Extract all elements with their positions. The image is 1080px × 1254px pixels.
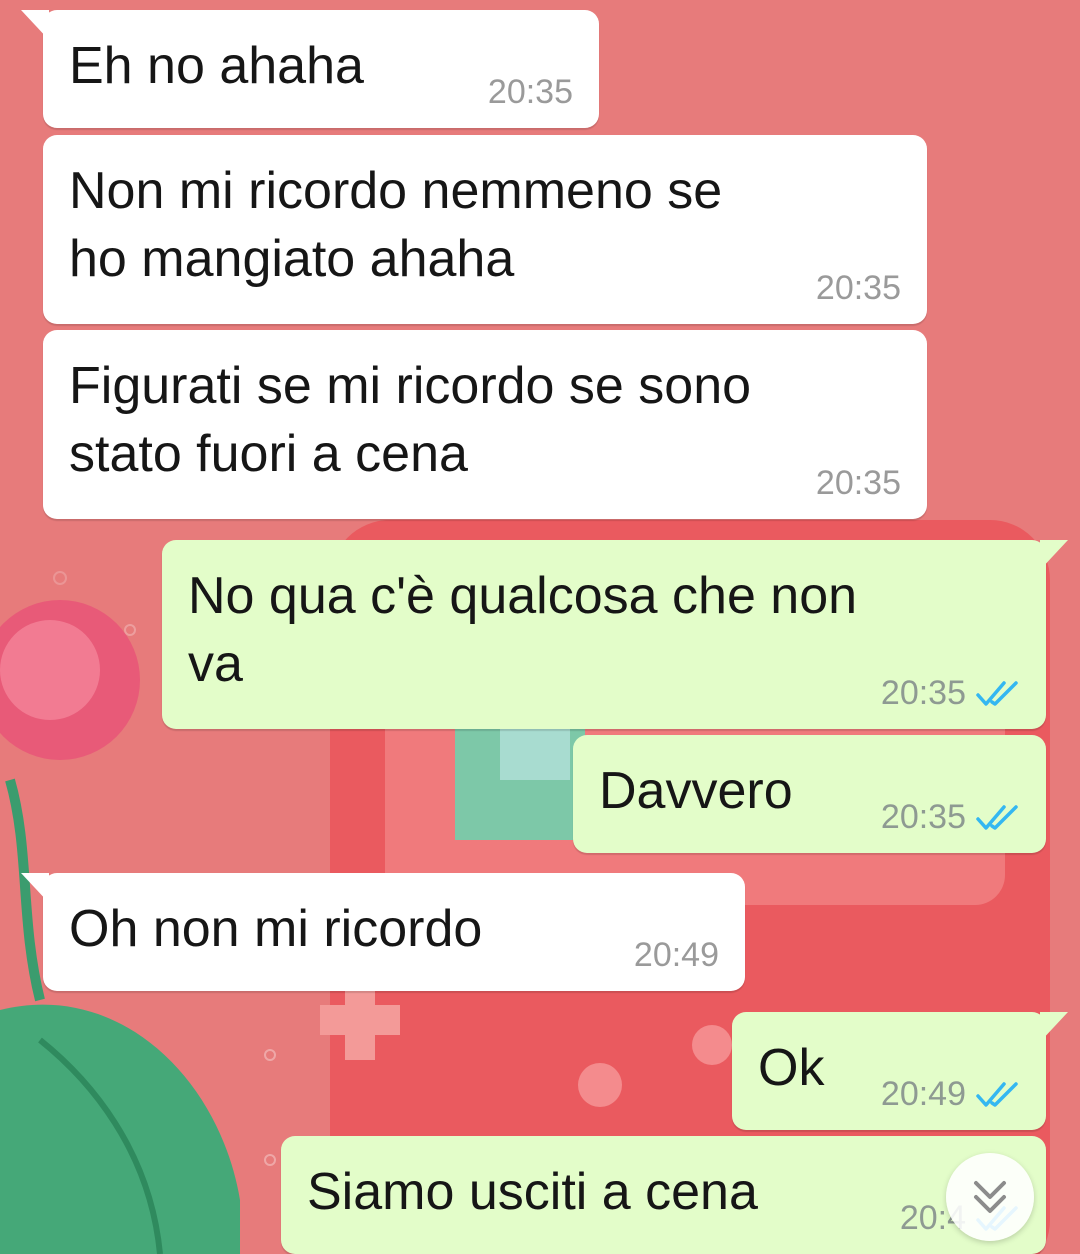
read-double-check-icon	[976, 804, 1018, 830]
message-outgoing[interactable]: Ok 20:49	[732, 1012, 1068, 1130]
message-outgoing[interactable]: Davvero 20:35	[573, 735, 1046, 853]
read-double-check-icon	[976, 680, 1018, 706]
message-incoming[interactable]: Oh non mi ricordo 20:49	[21, 873, 745, 991]
message-time: 20:35	[815, 269, 901, 307]
bubble-tail	[21, 10, 49, 40]
message-text: Non mi ricordo nemmeno se ho mangiato ah…	[69, 162, 723, 288]
message-incoming[interactable]: Figurati se mi ricordo se sono stato fuo…	[43, 330, 927, 519]
message-text: Figurati se mi ricordo se sono stato fuo…	[69, 357, 752, 483]
message-outgoing[interactable]: Siamo usciti a cena 20:4	[281, 1136, 1046, 1254]
scroll-to-bottom-button[interactable]	[946, 1153, 1034, 1241]
message-incoming[interactable]: Non mi ricordo nemmeno se ho mangiato ah…	[43, 135, 927, 324]
message-time: 20:35	[487, 73, 573, 111]
message-time: 20:35	[880, 674, 966, 712]
double-chevron-down-icon	[974, 1181, 1006, 1213]
message-list: Eh no ahaha 20:35 Non mi ricordo nemmeno…	[0, 0, 1080, 1254]
message-time: 20:35	[815, 464, 901, 502]
message-time: 20:49	[880, 1075, 966, 1113]
bubble-tail	[1040, 540, 1068, 570]
message-time: 20:35	[880, 798, 966, 836]
message-outgoing[interactable]: No qua c'è qualcosa che non va 20:35	[162, 540, 1068, 729]
message-time: 20:49	[633, 936, 719, 974]
bubble-tail	[1040, 1012, 1068, 1042]
message-incoming[interactable]: Eh no ahaha 20:35	[21, 10, 599, 128]
bubble-tail	[21, 873, 49, 903]
message-text: Oh non mi ricordo	[69, 900, 483, 958]
read-double-check-icon	[976, 1081, 1018, 1107]
